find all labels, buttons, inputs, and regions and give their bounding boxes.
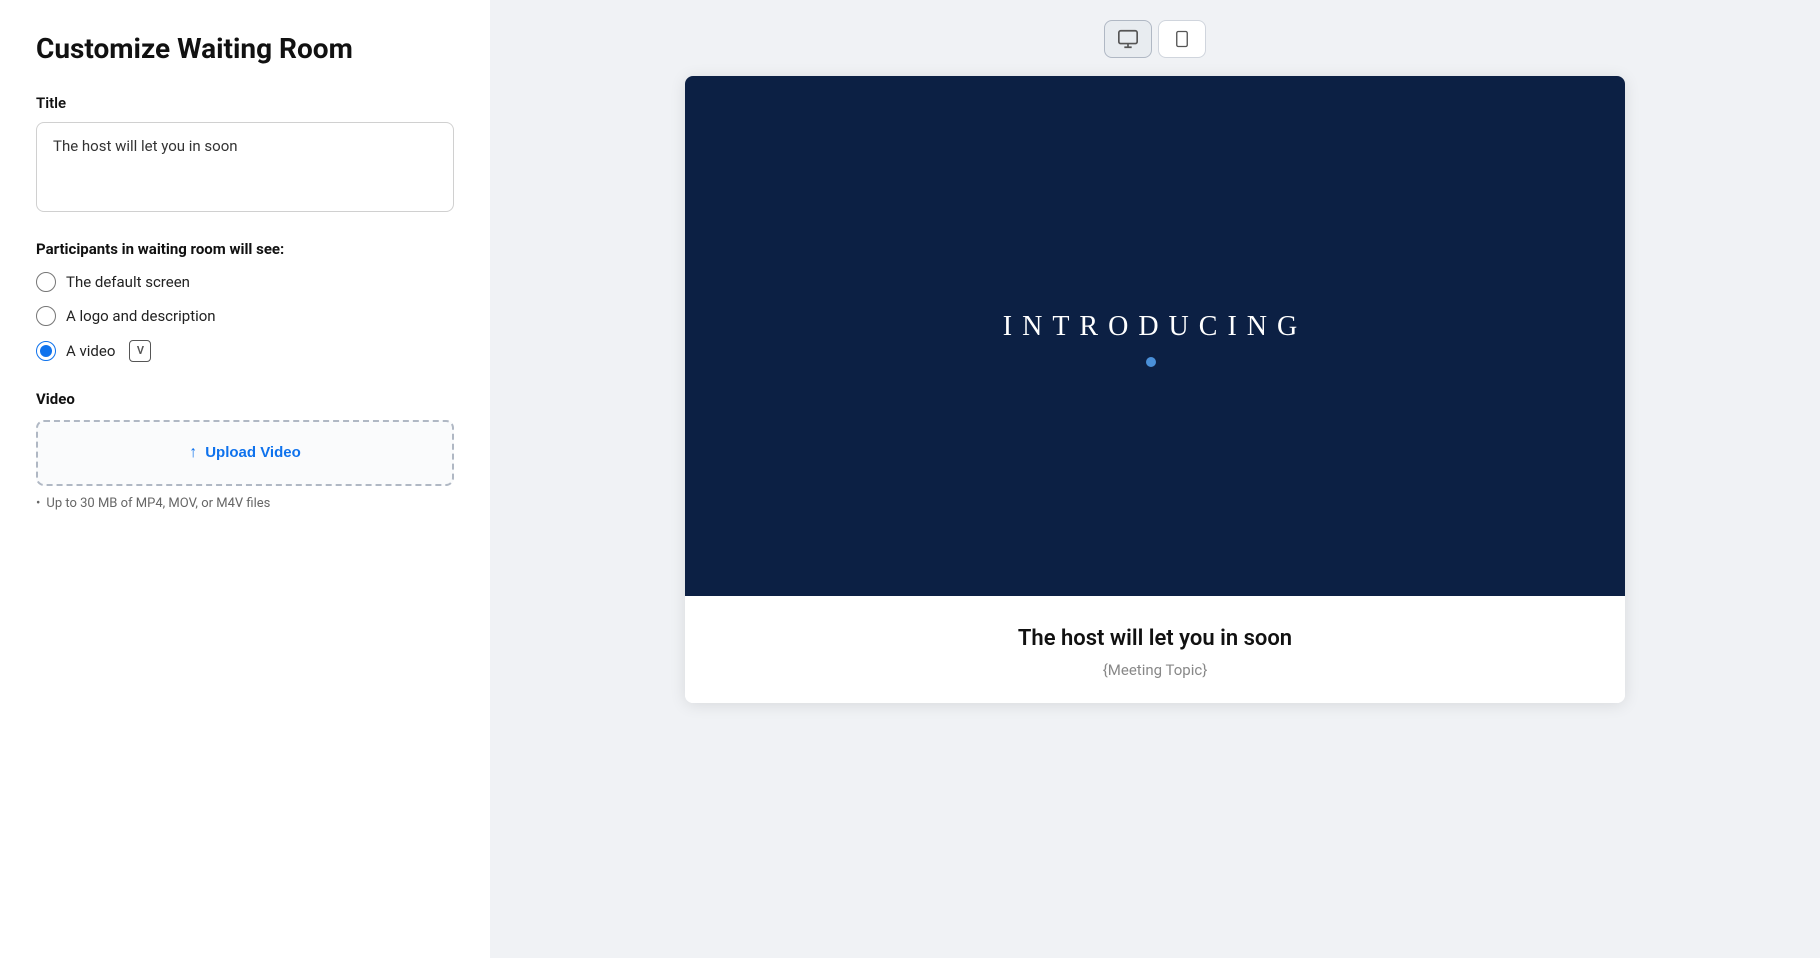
bullet: • — [36, 496, 40, 511]
radio-item-logo[interactable]: A logo and description — [36, 306, 454, 326]
radio-group: The default screen A logo and descriptio… — [36, 272, 454, 362]
radio-default[interactable] — [36, 272, 56, 292]
desktop-view-button[interactable] — [1104, 20, 1152, 58]
radio-item-default[interactable]: The default screen — [36, 272, 454, 292]
upload-video-button[interactable]: ↑ Upload Video — [189, 444, 301, 462]
upload-icon: ↑ — [189, 444, 197, 462]
right-panel: INTRODUCING The host will let you in soo… — [490, 0, 1820, 958]
radio-video-label: A video — [66, 342, 115, 360]
mobile-view-button[interactable] — [1158, 20, 1206, 58]
radio-logo-label: A logo and description — [66, 307, 216, 325]
left-panel: Customize Waiting Room Title Participant… — [0, 0, 490, 958]
mobile-icon — [1173, 28, 1191, 50]
preview-topic: {Meeting Topic} — [725, 661, 1585, 679]
radio-default-label: The default screen — [66, 273, 190, 291]
radio-video[interactable] — [36, 341, 56, 361]
video-section-label: Video — [36, 390, 454, 408]
preview-title: The host will let you in soon — [725, 626, 1585, 651]
participants-section-label: Participants in waiting room will see: — [36, 240, 454, 258]
preview-bottom: The host will let you in soon {Meeting T… — [685, 596, 1625, 703]
page-title: Customize Waiting Room — [36, 32, 454, 66]
file-hint: • Up to 30 MB of MP4, MOV, or M4V files — [36, 496, 454, 511]
upload-zone[interactable]: ↑ Upload Video — [36, 420, 454, 486]
radio-logo[interactable] — [36, 306, 56, 326]
video-badge-icon: V — [129, 340, 151, 362]
title-input[interactable] — [36, 122, 454, 212]
progress-dot — [1146, 357, 1156, 367]
upload-btn-label: Upload Video — [205, 444, 301, 461]
title-label: Title — [36, 94, 454, 112]
introducing-text: INTRODUCING — [1003, 311, 1307, 343]
desktop-icon — [1117, 28, 1139, 50]
radio-item-video[interactable]: A video V — [36, 340, 454, 362]
device-toggle — [1104, 20, 1206, 58]
file-hint-text: Up to 30 MB of MP4, MOV, or M4V files — [46, 496, 270, 511]
preview-container: INTRODUCING The host will let you in soo… — [685, 76, 1625, 703]
video-preview: INTRODUCING — [685, 76, 1625, 596]
